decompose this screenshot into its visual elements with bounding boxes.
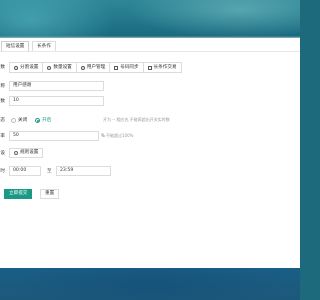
status-row: 态 关闭 开启 开为 -- 相应名,不能再超出开关实时数 <box>0 115 300 126</box>
tab-long-op[interactable]: 长条作 <box>32 41 56 51</box>
count-row: 数 10 <box>0 96 300 107</box>
subtab-quantity-settings[interactable]: 数量设置 <box>43 63 77 72</box>
submit-button[interactable]: 立即提交 <box>4 189 33 199</box>
percent-label: 率 <box>0 134 5 139</box>
rule-settings-button[interactable]: 规则设置 <box>9 148 44 158</box>
status-radio-off[interactable]: 关闭 <box>11 117 27 123</box>
circle-icon <box>47 65 52 70</box>
tab-bar: 短信设置 长条作 <box>0 38 300 52</box>
subtab-split-settings[interactable]: 分割设置 <box>10 63 44 72</box>
percent-unit: % <box>101 133 105 138</box>
percent-row: 率 50 % 不能超过100% <box>0 131 300 142</box>
name-row: 称 用户感谢 <box>0 81 300 92</box>
subtab-number-sync[interactable]: 号码同步 <box>110 63 144 72</box>
status-hint: 开为 -- 相应名,不能再超出开关实时数 <box>103 117 170 122</box>
subtab-long-trade[interactable]: 长条作交易 <box>144 63 181 72</box>
rule-set-row: 设 规则设置 <box>0 148 300 159</box>
type-row: 数 分割设置 数量设置 用户管理 号码同步 长条作交易 <box>0 62 300 73</box>
time-start-input[interactable]: 00:00 <box>9 166 41 176</box>
percent-hint: 不能超过100% <box>106 133 134 138</box>
rule-set-label: 设 <box>0 151 5 156</box>
radio-dot <box>11 117 16 123</box>
name-label: 称 <box>0 84 5 89</box>
time-row: 时 00:00 至 23:59 <box>0 166 300 177</box>
count-label: 数 <box>0 99 5 104</box>
time-separator: 至 <box>47 169 52 174</box>
name-input[interactable]: 用户感谢 <box>9 81 104 91</box>
count-input[interactable]: 10 <box>9 96 104 106</box>
radio-dot <box>35 117 40 123</box>
type-label: 数 <box>0 65 5 70</box>
percent-input[interactable]: 50 <box>9 131 99 141</box>
reset-button[interactable]: 重置 <box>40 189 60 199</box>
status-radio-on[interactable]: 开启 <box>35 117 51 123</box>
type-subtabs: 分割设置 数量设置 用户管理 号码同步 长条作交易 <box>9 62 182 73</box>
status-label: 态 <box>0 118 5 123</box>
settings-panel: 短信设置 长条作 数 分割设置 数量设置 用户管理 号码同步 长条作交易 称 用… <box>0 38 300 268</box>
time-label: 时 <box>0 169 5 174</box>
circle-icon <box>14 65 18 70</box>
square-icon <box>114 65 119 70</box>
tab-sms-settings[interactable]: 短信设置 <box>1 41 30 51</box>
gear-icon <box>14 151 18 155</box>
time-end-input[interactable]: 23:59 <box>56 166 111 176</box>
user-icon <box>80 65 85 70</box>
subtab-user-management[interactable]: 用户管理 <box>77 63 111 72</box>
square-icon <box>147 65 152 70</box>
